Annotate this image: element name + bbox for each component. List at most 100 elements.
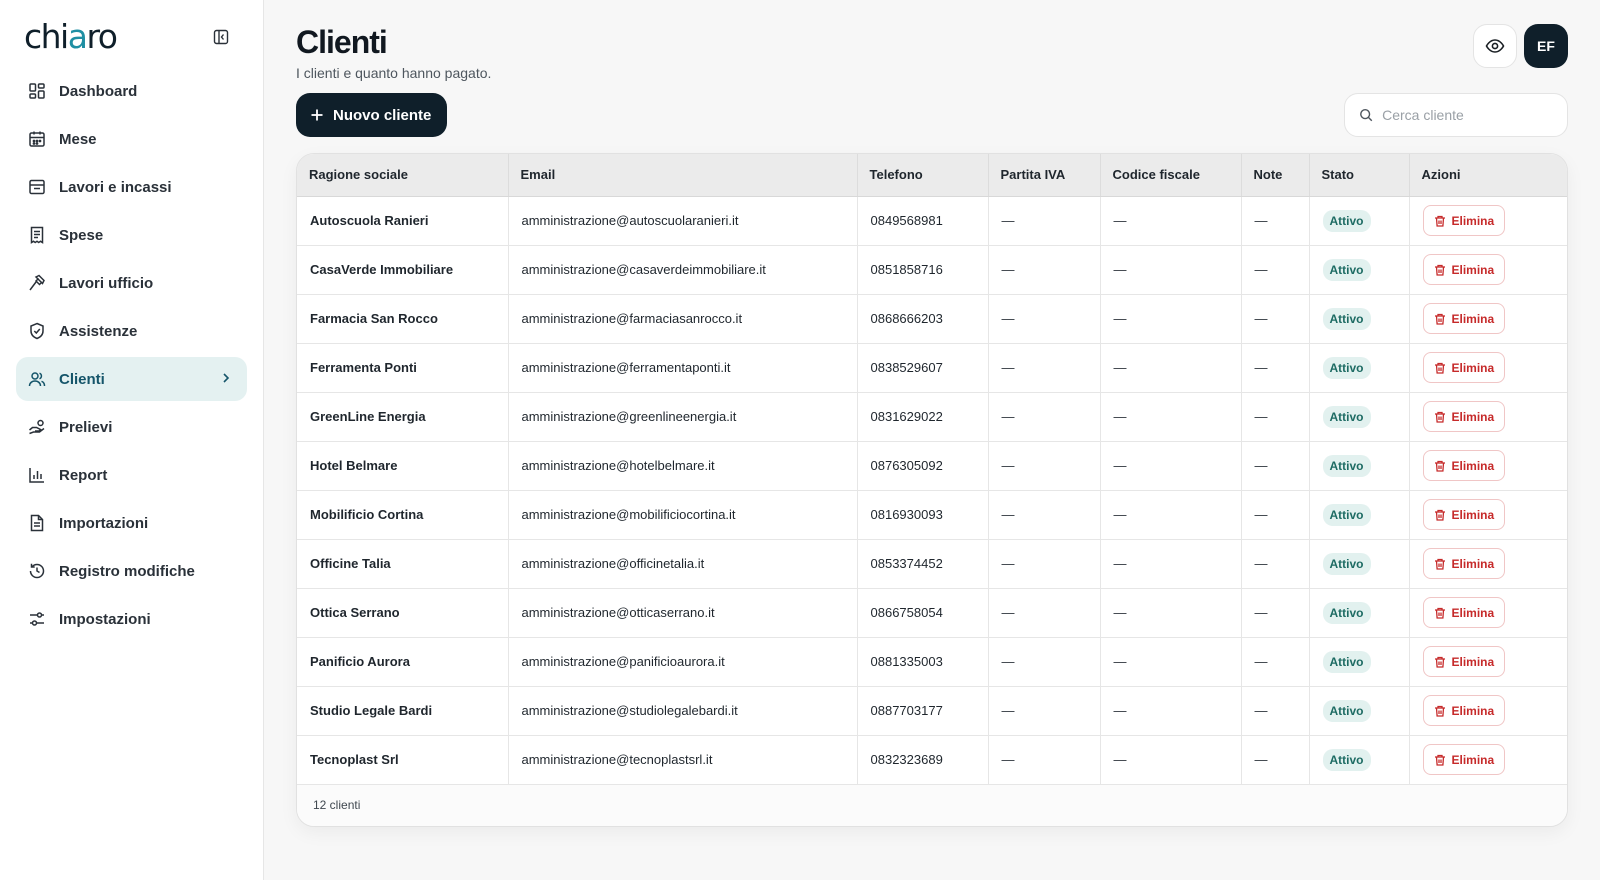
client-notes: — bbox=[1241, 196, 1310, 246]
status-badge: Attivo bbox=[1322, 209, 1371, 232]
visibility-toggle-button[interactable] bbox=[1473, 24, 1517, 68]
column-header[interactable]: Email bbox=[508, 154, 858, 197]
table-row[interactable]: CasaVerde Immobiliare amministrazione@ca… bbox=[297, 245, 1567, 295]
client-vat: — bbox=[988, 735, 1101, 785]
sidebar-item-spese[interactable]: Spese bbox=[16, 213, 247, 257]
column-header[interactable]: Ragione sociale bbox=[297, 154, 509, 197]
client-phone: 0866758054 bbox=[857, 588, 989, 638]
table-row[interactable]: Farmacia San Rocco amministrazione@farma… bbox=[297, 294, 1567, 344]
sidebar-item-lavori-ufficio[interactable]: Lavori ufficio bbox=[16, 261, 247, 305]
client-name: GreenLine Energia bbox=[297, 392, 509, 442]
status-badge: Attivo bbox=[1322, 258, 1371, 281]
client-email: amministrazione@mobilificiocortina.it bbox=[508, 490, 858, 540]
client-tax-code: — bbox=[1100, 343, 1242, 393]
delete-button-label: Elimina bbox=[1451, 458, 1495, 473]
settings-icon bbox=[28, 610, 46, 628]
column-header[interactable]: Stato bbox=[1309, 154, 1410, 197]
app-logo[interactable]: chiaro bbox=[24, 20, 118, 54]
search-input[interactable] bbox=[1382, 107, 1553, 123]
client-count: 12 clienti bbox=[313, 798, 361, 812]
status-badge: Attivo bbox=[1322, 356, 1371, 379]
sidebar-item-label: Dashboard bbox=[59, 82, 138, 100]
client-status-cell: Attivo bbox=[1309, 490, 1410, 540]
delete-button[interactable]: Elimina bbox=[1422, 205, 1506, 236]
delete-button[interactable]: Elimina bbox=[1422, 450, 1506, 481]
search-icon bbox=[1360, 109, 1373, 122]
table-row[interactable]: Ottica Serrano amministrazione@otticaser… bbox=[297, 588, 1567, 638]
delete-button[interactable]: Elimina bbox=[1422, 597, 1506, 628]
delete-button-label: Elimina bbox=[1451, 654, 1495, 669]
client-phone: 0831629022 bbox=[857, 392, 989, 442]
column-header[interactable]: Telefono bbox=[857, 154, 989, 197]
table-row[interactable]: Hotel Belmare amministrazione@hotelbelma… bbox=[297, 441, 1567, 491]
status-badge: Attivo bbox=[1322, 650, 1371, 673]
sidebar-item-mese[interactable]: Mese bbox=[16, 117, 247, 161]
client-notes: — bbox=[1241, 539, 1310, 589]
client-tax-code: — bbox=[1100, 245, 1242, 295]
users-icon bbox=[28, 370, 46, 388]
table-row[interactable]: Studio Legale Bardi amministrazione@stud… bbox=[297, 686, 1567, 736]
sidebar-item-impostazioni[interactable]: Impostazioni bbox=[16, 597, 247, 641]
sidebar-item-dashboard[interactable]: Dashboard bbox=[16, 69, 247, 113]
sidebar-item-label: Mese bbox=[59, 130, 97, 148]
hammer-icon bbox=[28, 274, 46, 292]
sidebar-item-clienti[interactable]: Clienti bbox=[16, 357, 247, 401]
clients-table: Ragione sociale Email Telefono Partita I… bbox=[297, 154, 1567, 785]
user-avatar[interactable]: EF bbox=[1524, 24, 1568, 68]
search-box[interactable] bbox=[1344, 93, 1568, 137]
column-header[interactable]: Codice fiscale bbox=[1100, 154, 1242, 197]
client-notes: — bbox=[1241, 588, 1310, 638]
table-row[interactable]: Tecnoplast Srl amministrazione@tecnoplas… bbox=[297, 735, 1567, 785]
column-header[interactable]: Note bbox=[1241, 154, 1310, 197]
table-row[interactable]: Autoscuola Ranieri amministrazione@autos… bbox=[297, 196, 1567, 246]
table-row[interactable]: GreenLine Energia amministrazione@greenl… bbox=[297, 392, 1567, 442]
delete-button[interactable]: Elimina bbox=[1422, 499, 1506, 530]
sidebar-item-prelievi[interactable]: Prelievi bbox=[16, 405, 247, 449]
delete-button[interactable]: Elimina bbox=[1422, 646, 1506, 677]
chevron-right-icon bbox=[219, 371, 233, 389]
client-actions-cell: Elimina bbox=[1409, 343, 1567, 393]
client-actions-cell: Elimina bbox=[1409, 196, 1567, 246]
delete-button[interactable]: Elimina bbox=[1422, 254, 1506, 285]
delete-button[interactable]: Elimina bbox=[1422, 695, 1506, 726]
client-tax-code: — bbox=[1100, 490, 1242, 540]
delete-button-label: Elimina bbox=[1451, 703, 1495, 718]
client-phone: 0838529607 bbox=[857, 343, 989, 393]
delete-button[interactable]: Elimina bbox=[1422, 548, 1506, 579]
table-row[interactable]: Ferramenta Ponti amministrazione@ferrame… bbox=[297, 343, 1567, 393]
delete-button[interactable]: Elimina bbox=[1422, 744, 1506, 775]
trash-icon bbox=[1434, 558, 1445, 570]
trash-icon bbox=[1434, 215, 1445, 227]
sidebar-item-assistenze[interactable]: Assistenze bbox=[16, 309, 247, 353]
client-email: amministrazione@ferramentaponti.it bbox=[508, 343, 858, 393]
bar-chart-icon bbox=[28, 466, 46, 484]
sidebar-item-label: Clienti bbox=[59, 370, 105, 388]
sidebar-item-registro-modifiche[interactable]: Registro modifiche bbox=[16, 549, 247, 593]
client-phone: 0816930093 bbox=[857, 490, 989, 540]
sidebar-item-report[interactable]: Report bbox=[16, 453, 247, 497]
delete-button-label: Elimina bbox=[1451, 556, 1495, 571]
sidebar-item-importazioni[interactable]: Importazioni bbox=[16, 501, 247, 545]
client-name: Tecnoplast Srl bbox=[297, 735, 509, 785]
new-client-button-label: Nuovo cliente bbox=[333, 106, 432, 124]
table-row[interactable]: Mobilificio Cortina amministrazione@mobi… bbox=[297, 490, 1567, 540]
table-row[interactable]: Officine Talia amministrazione@officinet… bbox=[297, 539, 1567, 589]
clients-table-card: Ragione sociale Email Telefono Partita I… bbox=[296, 153, 1568, 827]
delete-button[interactable]: Elimina bbox=[1422, 303, 1506, 334]
main-content: Clienti I clienti e quanto hanno pagato.… bbox=[264, 0, 1600, 880]
sidebar-item-lavori-incassi[interactable]: Lavori e incassi bbox=[16, 165, 247, 209]
client-vat: — bbox=[988, 392, 1101, 442]
status-badge: Attivo bbox=[1322, 307, 1371, 330]
client-vat: — bbox=[988, 294, 1101, 344]
table-row[interactable]: Panificio Aurora amministrazione@panific… bbox=[297, 637, 1567, 687]
client-status-cell: Attivo bbox=[1309, 392, 1410, 442]
sidebar-collapse-button[interactable] bbox=[209, 25, 233, 49]
new-client-button[interactable]: Nuovo cliente bbox=[296, 93, 448, 137]
column-header[interactable]: Partita IVA bbox=[988, 154, 1101, 197]
delete-button-label: Elimina bbox=[1451, 360, 1495, 375]
delete-button-label: Elimina bbox=[1451, 752, 1495, 767]
delete-button[interactable]: Elimina bbox=[1422, 401, 1506, 432]
delete-button[interactable]: Elimina bbox=[1422, 352, 1506, 383]
dashboard-icon bbox=[28, 82, 46, 100]
client-name: Ottica Serrano bbox=[297, 588, 509, 638]
